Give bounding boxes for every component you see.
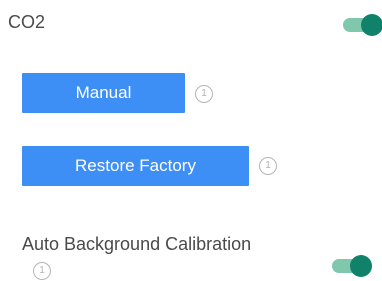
info-icon[interactable]: 1	[33, 262, 51, 280]
co2-title: CO2	[8, 12, 46, 32]
auto-background-calibration-label: Auto Background Calibration	[22, 234, 252, 254]
co2-toggle[interactable]	[343, 14, 382, 36]
auto-background-calibration-toggle[interactable]	[332, 255, 372, 277]
manual-button[interactable]: Manual	[22, 73, 185, 113]
info-icon[interactable]: 1	[259, 157, 277, 175]
abc-toggle-knob	[350, 255, 372, 277]
co2-settings-panel: CO2 Manual 1 Restore Factory 1 Auto Back…	[0, 0, 382, 281]
info-icon[interactable]: 1	[195, 85, 213, 103]
co2-toggle-knob	[361, 14, 382, 36]
restore-factory-button[interactable]: Restore Factory	[22, 146, 249, 186]
